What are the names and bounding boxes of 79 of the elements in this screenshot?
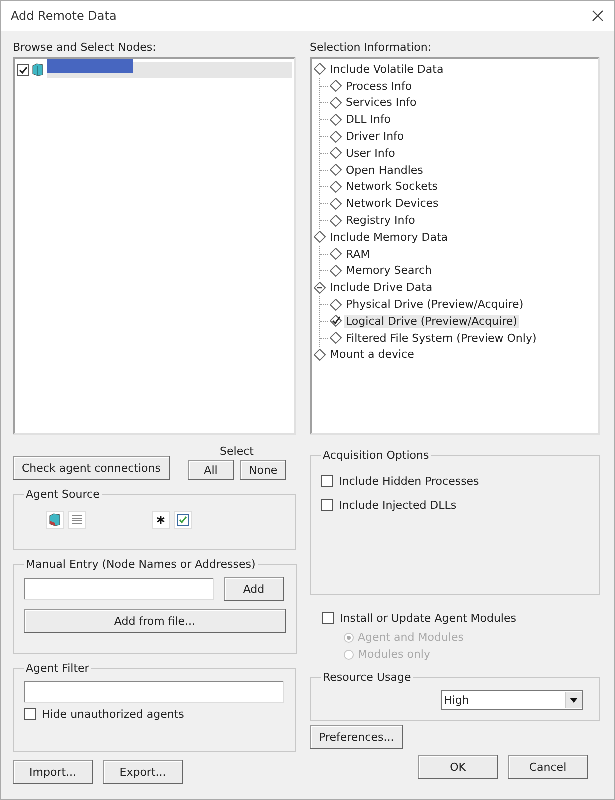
tree-item[interactable]: RAM	[344, 248, 372, 261]
group-title: Agent Filter	[25, 662, 90, 675]
checkbox-icon[interactable]	[174, 511, 192, 529]
list-icon[interactable]	[68, 511, 86, 529]
filter-input-field[interactable]	[24, 681, 284, 703]
select-button[interactable]: All	[188, 460, 234, 480]
node-item[interactable]	[47, 62, 292, 78]
tree-item[interactable]: Services Info	[344, 96, 419, 110]
tree-item[interactable]: Include Memory Data	[328, 230, 450, 244]
tree-checkbox[interactable]	[314, 63, 326, 76]
tree-checkbox[interactable]	[330, 298, 342, 311]
dialog-button[interactable]: OK	[418, 755, 498, 779]
tree-checkbox[interactable]	[330, 214, 342, 227]
checkbox-label: Hide unauthorized agents	[42, 708, 184, 720]
resource-dropdown[interactable]: High	[441, 690, 583, 710]
tree-item[interactable]: Memory Search	[344, 264, 434, 278]
asterisk-icon[interactable]	[152, 511, 170, 529]
window-title: Add Remote Data	[11, 9, 117, 23]
tree-item[interactable]: Network Sockets	[344, 180, 440, 194]
tree-item[interactable]: Filtered File System (Preview Only)	[344, 332, 539, 345]
tree-checkbox[interactable]	[330, 315, 342, 328]
tree-checkbox[interactable]	[314, 231, 326, 244]
group-title: Manual Entry (Node Names or Addresses)	[25, 558, 257, 571]
tree-checkbox[interactable]	[330, 130, 342, 143]
caret-icon	[570, 698, 578, 702]
footer-button[interactable]: Import...	[13, 760, 93, 784]
preferences-button[interactable]: Preferences...	[310, 725, 404, 749]
radio-button[interactable]	[344, 650, 354, 660]
tree-item[interactable]: Registry Info	[344, 214, 418, 228]
check-connections-button[interactable]: Check agent connections	[13, 456, 170, 480]
checkbox[interactable]	[321, 499, 333, 511]
group-title: Agent Source	[25, 488, 101, 501]
footer-button[interactable]: Export...	[103, 760, 183, 784]
select-label: Select	[220, 445, 254, 458]
tree-item[interactable]: Driver Info	[344, 130, 406, 144]
tree-item[interactable]: Open Handles	[344, 164, 426, 177]
tree-checkbox[interactable]	[314, 282, 326, 294]
computer-icon	[32, 63, 44, 77]
group-title: Acquisition Options	[322, 449, 430, 462]
radio-label: Modules only	[358, 648, 430, 661]
tree-item[interactable]: Network Devices	[344, 197, 441, 210]
tree-checkbox[interactable]	[330, 80, 342, 92]
checkbox[interactable]	[321, 475, 333, 487]
select-button[interactable]: None	[240, 460, 286, 480]
tree-item[interactable]: Include Drive Data	[328, 281, 435, 294]
checkbox[interactable]	[24, 708, 36, 720]
group-title: Resource Usage	[322, 671, 412, 684]
checkbox-label: Include Hidden Processes	[339, 474, 480, 488]
close-icon[interactable]	[592, 10, 604, 22]
tree-item[interactable]: Process Info	[344, 80, 414, 93]
tree-item[interactable]: Logical Drive (Preview/Acquire)	[344, 314, 520, 328]
tree-checkbox[interactable]	[330, 248, 342, 260]
radio-label: Agent and Modules	[358, 631, 464, 644]
tree-checkbox[interactable]	[330, 180, 342, 193]
tree-item[interactable]: User Info	[344, 146, 398, 160]
tree-checkbox[interactable]	[330, 332, 342, 344]
tree-item[interactable]: Mount a device	[328, 348, 416, 362]
tree-checkbox[interactable]	[330, 164, 342, 176]
checkbox-label: Include Injected DLLs	[339, 498, 457, 512]
checkbox-label: Install or Update Agent Modules	[340, 612, 516, 624]
section-label: Browse and Select Nodes:	[13, 41, 158, 54]
tree-item[interactable]: DLL Info	[344, 113, 394, 126]
tree-checkbox[interactable]	[330, 147, 342, 160]
dialog-button[interactable]: Cancel	[508, 755, 588, 779]
checkbox[interactable]	[322, 612, 334, 624]
node-input-field[interactable]	[24, 578, 214, 600]
tree-checkbox[interactable]	[330, 198, 342, 210]
tree-checkbox[interactable]	[330, 264, 342, 277]
tree-checkbox[interactable]	[330, 114, 342, 126]
tree-item[interactable]: Include Volatile Data	[328, 62, 446, 76]
add-from-file-button[interactable]: Add from file...	[24, 609, 286, 633]
radio-button[interactable]	[344, 632, 354, 642]
tree-checkbox[interactable]	[330, 96, 342, 109]
tree-item[interactable]: Physical Drive (Preview/Acquire)	[344, 298, 526, 312]
tree-checkbox[interactable]	[314, 348, 326, 361]
cube-icon[interactable]	[46, 511, 64, 529]
checkbox[interactable]	[17, 64, 29, 76]
add-button[interactable]: Add	[224, 577, 284, 601]
section-label: Selection Information:	[310, 41, 433, 54]
